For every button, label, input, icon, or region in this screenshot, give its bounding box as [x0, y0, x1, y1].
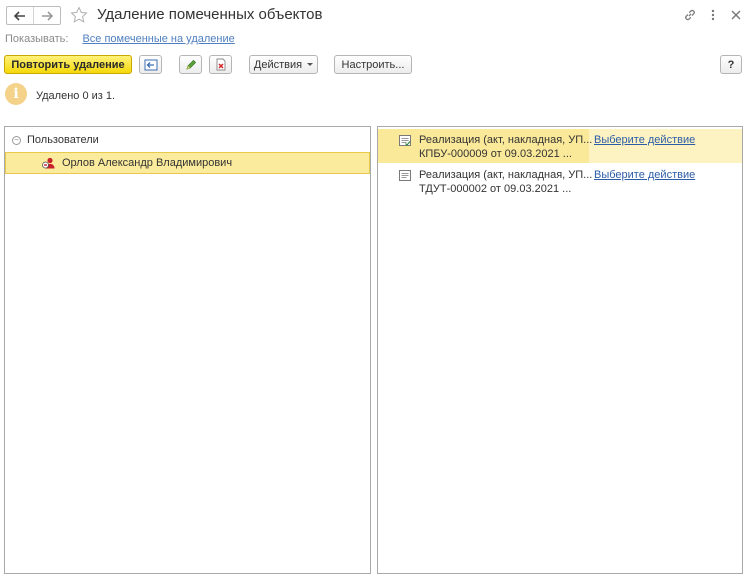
- object-cell: Реализация (акт, накладная, УП... ТДУТ-0…: [378, 164, 593, 198]
- show-filter-link[interactable]: Все помеченные на удаление: [82, 33, 234, 47]
- objects-tree: − Пользователи Орлов Александр Владимиро…: [4, 126, 371, 574]
- help-button[interactable]: ?: [720, 55, 742, 74]
- tree-item[interactable]: Орлов Александр Владимирович: [5, 152, 370, 174]
- forward-button[interactable]: [33, 7, 60, 24]
- back-button[interactable]: [7, 7, 33, 24]
- link-button[interactable]: [682, 7, 698, 23]
- object-title: Реализация (акт, накладная, УП...: [419, 134, 593, 146]
- link-icon: [685, 9, 695, 21]
- pencil-icon: [185, 59, 196, 70]
- configure-button[interactable]: Настроить...: [334, 55, 412, 74]
- more-vertical-icon: [711, 9, 715, 21]
- deletion-status: Удалено 0 из 1.: [36, 90, 116, 102]
- show-filter: Показывать: Все помеченные на удаление: [5, 33, 235, 47]
- close-icon: [731, 10, 741, 20]
- object-cell: Реализация (акт, накладная, УП... КПБУ-0…: [378, 129, 593, 163]
- document-icon: [399, 135, 411, 146]
- tree-group[interactable]: − Пользователи: [5, 131, 370, 149]
- collapse-icon[interactable]: −: [12, 135, 21, 145]
- show-label: Показывать:: [5, 33, 69, 45]
- delete-icon: [216, 58, 225, 71]
- linked-objects-list: Реализация (акт, накладная, УП... КПБУ-0…: [377, 126, 743, 574]
- arrow-left-icon: [14, 10, 26, 21]
- tree-group-label: Пользователи: [27, 134, 99, 146]
- tree-item-label: Орлов Александр Владимирович: [62, 157, 233, 169]
- document-icon: [399, 170, 411, 181]
- actions-label: Действия: [253, 58, 303, 71]
- list-item[interactable]: Реализация (акт, накладная, УП... КПБУ-0…: [378, 129, 742, 163]
- choose-action-link[interactable]: Выберите действие: [594, 169, 695, 181]
- star-icon: [70, 6, 88, 23]
- delete-button[interactable]: [209, 55, 232, 74]
- info-icon: i: [5, 83, 27, 105]
- object-title: Реализация (акт, накладная, УП...: [419, 169, 593, 181]
- repeat-delete-button[interactable]: Повторить удаление: [4, 55, 132, 74]
- favorite-button[interactable]: [70, 6, 88, 24]
- back-to-list-icon: [144, 59, 157, 70]
- object-number: ТДУТ-000002 от 09.03.2021 ...: [419, 183, 572, 195]
- more-button[interactable]: [705, 7, 721, 23]
- arrow-right-icon: [42, 10, 54, 21]
- list-item[interactable]: Реализация (акт, накладная, УП... ТДУТ-0…: [378, 164, 742, 198]
- title-bar: Удаление помеченных объектов: [0, 0, 750, 30]
- edit-button[interactable]: [179, 55, 202, 74]
- back-to-list-button[interactable]: [139, 55, 162, 74]
- actions-dropdown[interactable]: Действия: [249, 55, 318, 74]
- page-title: Удаление помеченных объектов: [97, 6, 323, 23]
- user-icon: [42, 157, 55, 169]
- object-number: КПБУ-000009 от 09.03.2021 ...: [419, 148, 572, 160]
- choose-action-link[interactable]: Выберите действие: [594, 134, 695, 146]
- close-button[interactable]: [728, 7, 744, 23]
- chevron-down-icon: [307, 63, 314, 66]
- navigation-buttons: [6, 6, 61, 25]
